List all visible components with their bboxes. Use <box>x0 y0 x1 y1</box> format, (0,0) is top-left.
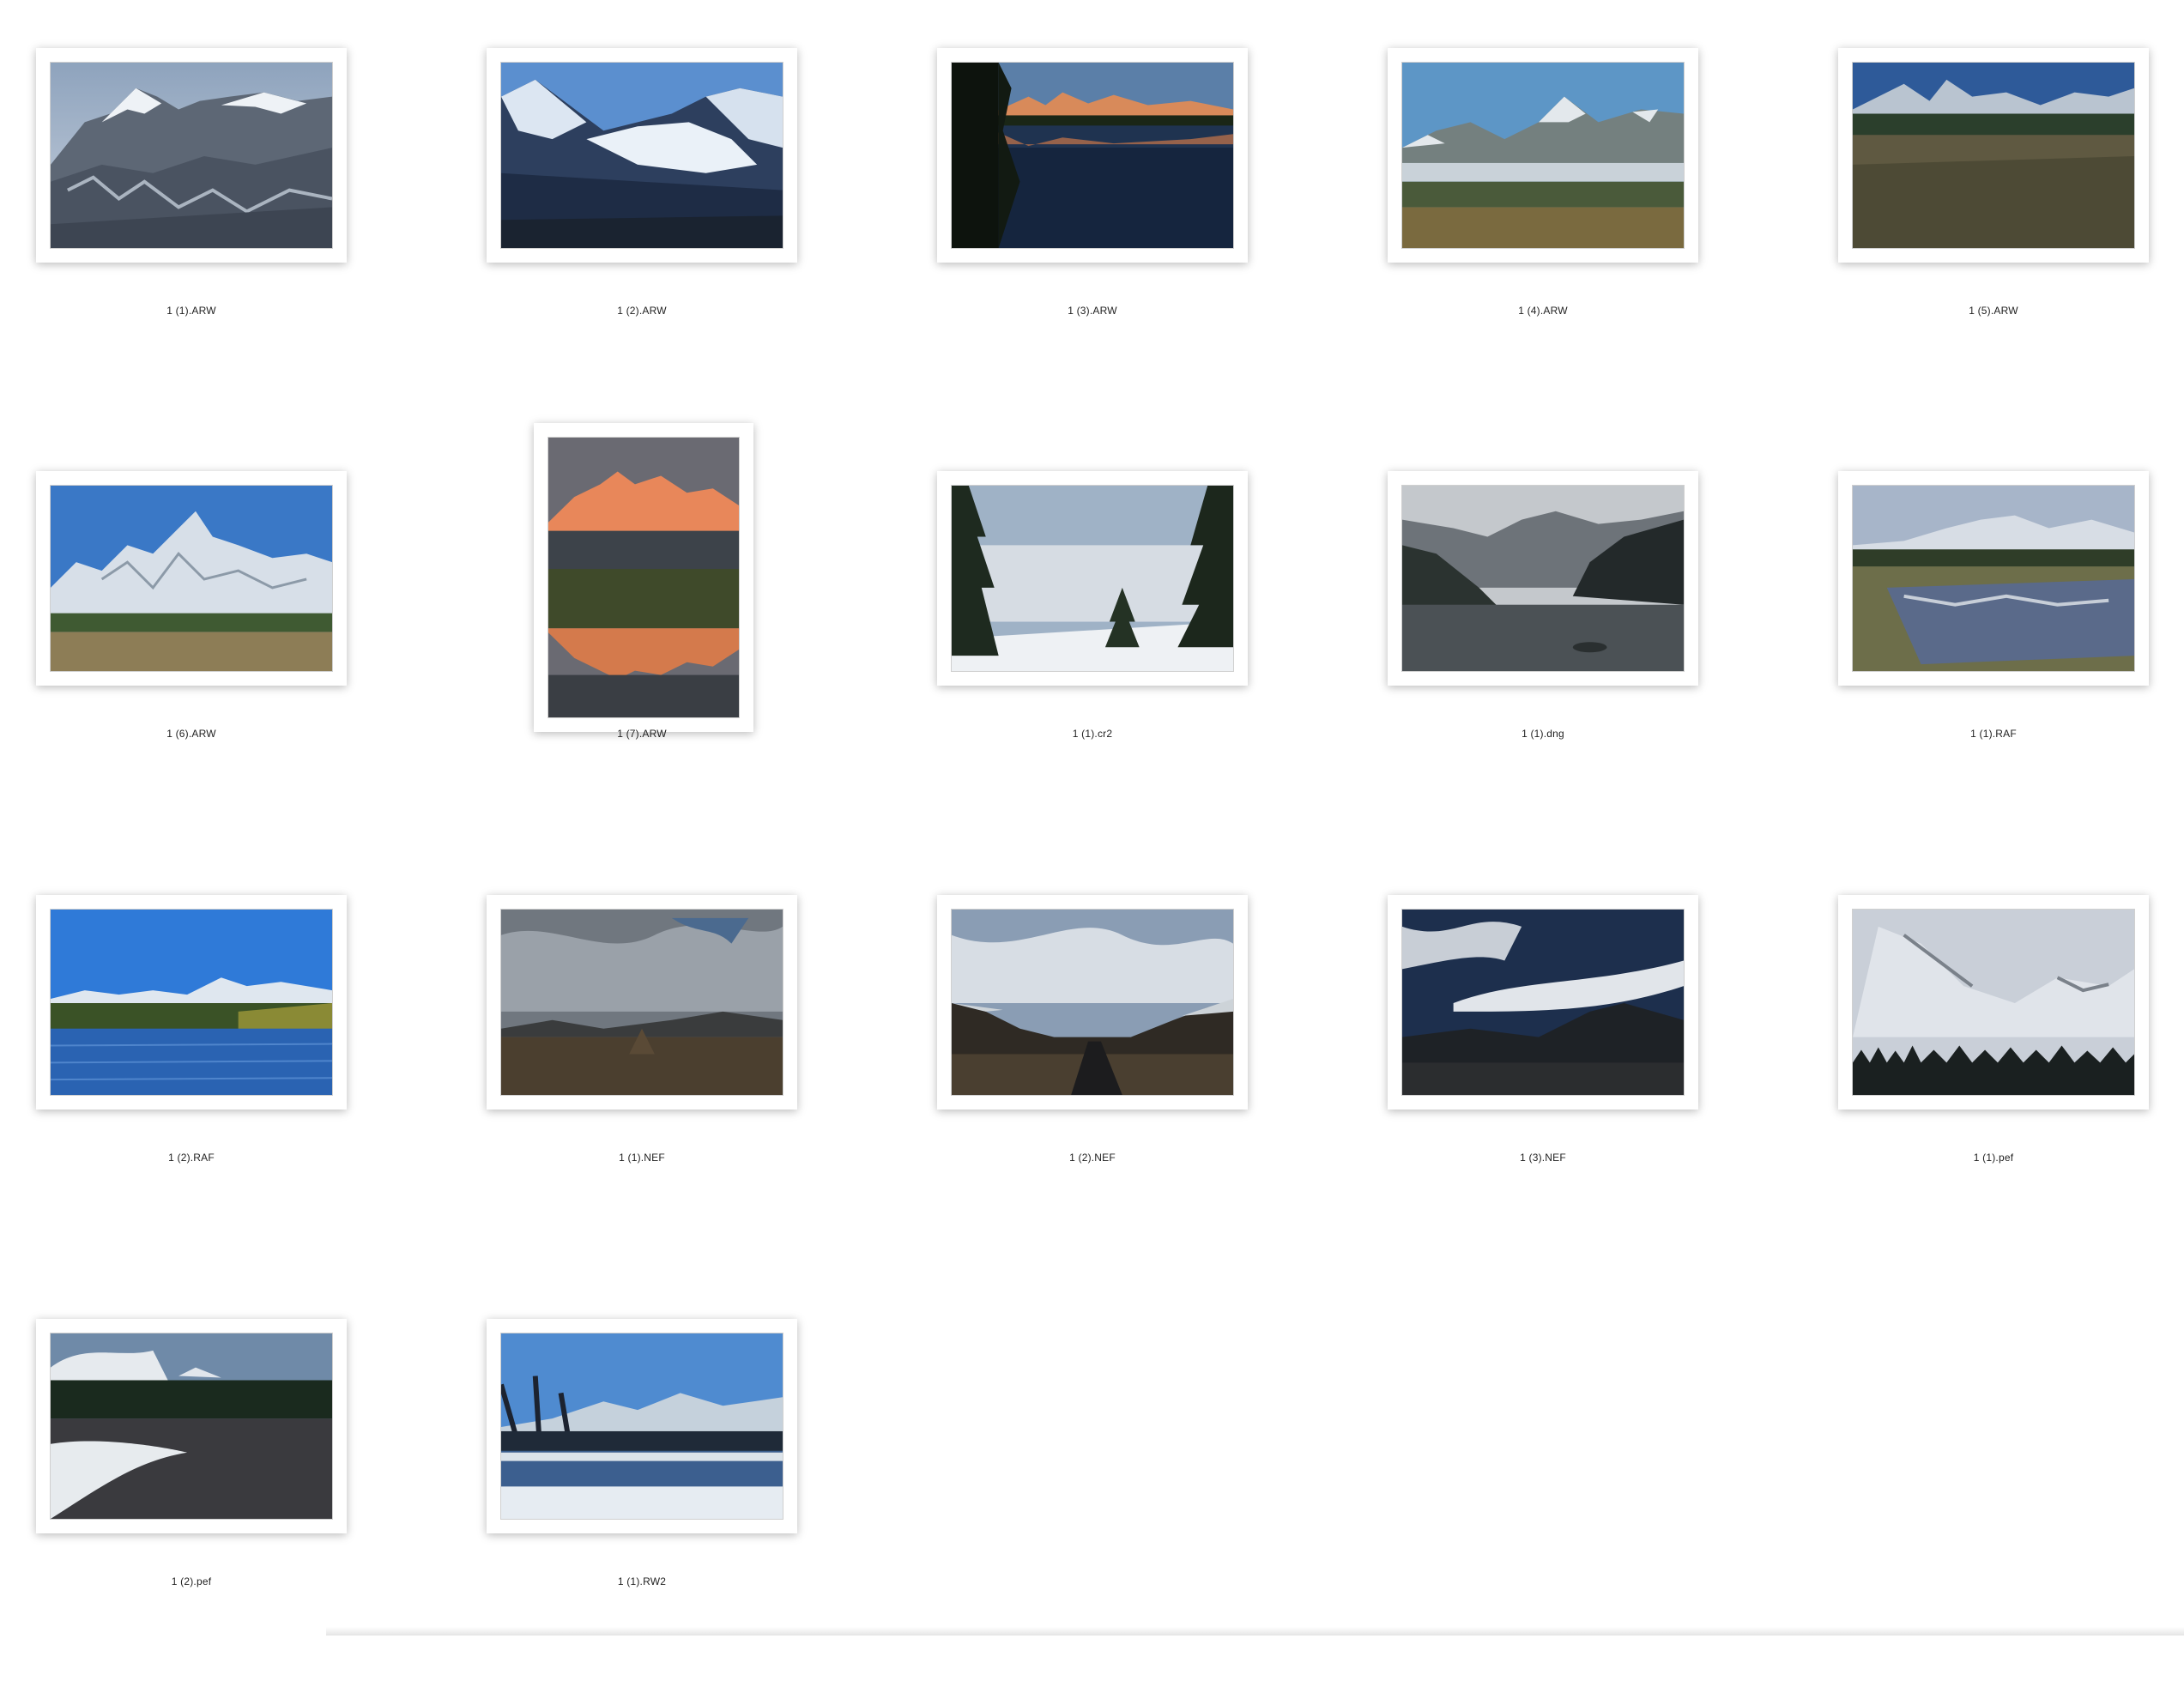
thumbnail-photo <box>50 909 333 1096</box>
thumbnail-filename: 1 (1).RAF <box>1970 728 2017 740</box>
thumbnail-tile[interactable]: 1 (1).dng <box>1352 423 1798 845</box>
bottom-scroll-shadow <box>326 1627 2184 1636</box>
thumbnail-photo <box>50 1333 333 1520</box>
thumbnail-photo <box>50 62 333 249</box>
thumbnail-tile[interactable]: 1 (2).RAF <box>0 847 446 1269</box>
thumbnail-image-frame[interactable] <box>1388 895 1698 1110</box>
thumbnail-photo <box>1852 62 2135 249</box>
thumbnail-image-frame[interactable] <box>937 895 1248 1110</box>
thumbnail-filename: 1 (2).NEF <box>1069 1152 1116 1164</box>
thumbnail-image-frame[interactable] <box>36 48 347 263</box>
thumbnail-tile[interactable]: 1 (7).ARW <box>451 423 897 845</box>
thumbnail-tile[interactable]: 1 (6).ARW <box>0 423 446 845</box>
thumbnail-image-frame[interactable] <box>1838 48 2149 263</box>
thumbnail-filename: 1 (6).ARW <box>166 728 216 740</box>
thumbnail-image-frame[interactable] <box>36 471 347 686</box>
thumbnail-tile[interactable]: 1 (1).pef <box>1802 847 2184 1269</box>
thumbnail-filename: 1 (1).dng <box>1522 728 1564 740</box>
thumbnail-image-frame[interactable] <box>1388 471 1698 686</box>
thumbnail-filename: 1 (1).cr2 <box>1072 728 1113 740</box>
thumbnail-image-frame[interactable] <box>487 1319 797 1533</box>
thumbnail-photo <box>1401 909 1685 1096</box>
thumbnail-photo <box>500 1333 783 1520</box>
thumbnail-image-frame[interactable] <box>487 48 797 263</box>
thumbnail-tile[interactable]: 1 (4).ARW <box>1352 0 1798 422</box>
thumbnail-photo <box>500 62 783 249</box>
thumbnail-filename: 1 (2).pef <box>171 1575 212 1587</box>
thumbnail-image-frame[interactable] <box>1838 471 2149 686</box>
thumbnail-image-frame[interactable] <box>36 895 347 1110</box>
thumbnail-tile[interactable]: 1 (3).NEF <box>1352 847 1798 1269</box>
thumbnail-filename: 1 (5).ARW <box>1969 305 2018 317</box>
thumbnail-photo <box>1852 485 2135 672</box>
thumbnail-filename: 1 (7).ARW <box>617 728 667 740</box>
thumbnail-photo <box>1852 909 2135 1096</box>
thumbnail-photo <box>548 437 740 718</box>
thumbnail-photo <box>50 485 333 672</box>
thumbnail-grid: 1 (1).ARW 1 (2).ARW 1 (3).ARW 1 (4).ARW … <box>0 0 2184 1636</box>
thumbnail-filename: 1 (1).ARW <box>166 305 216 317</box>
thumbnail-image-frame[interactable] <box>937 471 1248 686</box>
thumbnail-filename: 1 (4).ARW <box>1518 305 1568 317</box>
thumbnail-tile[interactable]: 1 (2).NEF <box>901 847 1347 1269</box>
thumbnail-filename: 1 (3).ARW <box>1068 305 1117 317</box>
thumbnail-filename: 1 (1).RW2 <box>617 1575 667 1587</box>
thumbnail-photo <box>1401 485 1685 672</box>
thumbnail-tile[interactable]: 1 (3).ARW <box>901 0 1347 422</box>
thumbnail-tile[interactable]: 1 (1).RAF <box>1802 423 2184 845</box>
thumbnail-photo <box>500 909 783 1096</box>
thumbnail-image-frame[interactable] <box>36 1319 347 1533</box>
thumbnail-image-frame[interactable] <box>937 48 1248 263</box>
thumbnail-image-frame[interactable] <box>487 895 797 1110</box>
thumbnail-filename: 1 (2).RAF <box>168 1152 215 1164</box>
thumbnail-photo <box>951 485 1234 672</box>
thumbnail-filename: 1 (3).NEF <box>1520 1152 1566 1164</box>
thumbnail-tile[interactable]: 1 (1).cr2 <box>901 423 1347 845</box>
thumbnail-tile[interactable]: 1 (2).ARW <box>451 0 897 422</box>
thumbnail-tile[interactable]: 1 (1).ARW <box>0 0 446 422</box>
thumbnail-photo <box>951 909 1234 1096</box>
thumbnail-tile[interactable]: 1 (5).ARW <box>1802 0 2184 422</box>
thumbnail-image-frame[interactable] <box>1388 48 1698 263</box>
thumbnail-filename: 1 (1).NEF <box>619 1152 665 1164</box>
thumbnail-filename: 1 (2).ARW <box>617 305 667 317</box>
thumbnail-tile[interactable]: 1 (1).NEF <box>451 847 897 1269</box>
thumbnail-image-frame[interactable] <box>1838 895 2149 1110</box>
thumbnail-image-frame[interactable] <box>534 423 753 732</box>
thumbnail-filename: 1 (1).pef <box>1973 1152 2014 1164</box>
thumbnail-photo <box>951 62 1234 249</box>
thumbnail-photo <box>1401 62 1685 249</box>
